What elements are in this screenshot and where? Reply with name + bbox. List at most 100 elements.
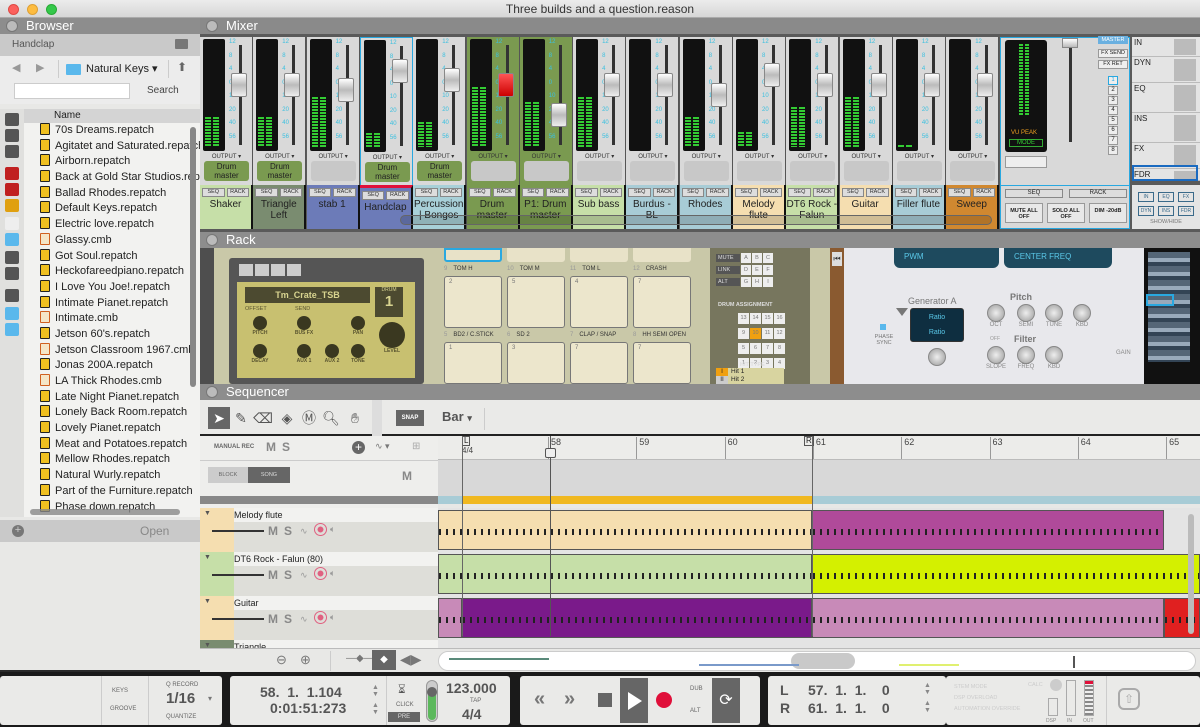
add-icon[interactable]: + xyxy=(12,525,24,537)
fx-number-button[interactable]: 3 xyxy=(1108,96,1118,105)
file-list-item[interactable]: Natural Wurly.repatch xyxy=(24,468,200,484)
collapse-sequencer-button[interactable] xyxy=(206,386,218,398)
right-locator-stepper[interactable]: ▲ ▼ xyxy=(924,700,931,714)
master-rack-button[interactable]: RACK xyxy=(1069,189,1127,198)
channel-fader[interactable] xyxy=(284,73,301,97)
pitch-knob[interactable]: PITCH xyxy=(249,316,271,336)
song-position-bars[interactable]: 58. 1. 1.104 xyxy=(260,684,342,700)
audio-clip[interactable] xyxy=(438,554,812,594)
keys-button[interactable]: KEYS xyxy=(112,688,128,694)
click-button[interactable]: CLICK xyxy=(396,702,414,708)
channel-name[interactable]: Shaker xyxy=(200,199,251,210)
channel-fader[interactable] xyxy=(977,73,994,97)
snap-value-dropdown[interactable]: Bar ▾ xyxy=(442,409,472,424)
hand-tool-icon[interactable]: ✋︎ xyxy=(344,407,366,429)
show-hide-fx-button[interactable]: FX xyxy=(1178,192,1194,202)
generator-menu-icon[interactable] xyxy=(896,308,908,316)
track-collapse-icon[interactable]: ▼ xyxy=(204,510,211,517)
seq-button[interactable]: SEQ xyxy=(202,188,225,197)
solo-all-off-button[interactable]: SOLO ALL OFF xyxy=(1047,203,1085,223)
folder-icon[interactable] xyxy=(175,39,188,49)
channel-name[interactable]: Sweep xyxy=(946,199,997,210)
slope-knob[interactable]: SLOPE xyxy=(984,346,1008,370)
track-mute-button[interactable]: M xyxy=(268,568,278,582)
fast-forward-button[interactable]: » xyxy=(564,688,575,711)
record-enable-button[interactable] xyxy=(314,523,327,536)
file-list-item[interactable]: Agitatet and Saturated.repatch xyxy=(24,138,200,155)
rack-button[interactable]: RACK xyxy=(759,188,782,197)
automation-icon[interactable]: ∿ xyxy=(300,614,308,625)
file-list-item[interactable]: Part of the Furniture.repatch xyxy=(24,483,200,500)
generator-knob[interactable] xyxy=(928,348,946,366)
channel-name[interactable]: Handclap xyxy=(360,202,411,213)
audio-clip[interactable] xyxy=(812,598,1164,638)
seq-button[interactable]: SEQ xyxy=(468,188,491,197)
zoom-in-icon[interactable]: ⊕ xyxy=(300,652,311,668)
vertical-scrollbar[interactable] xyxy=(190,127,196,387)
output-label[interactable]: OUTPUT ▾ xyxy=(573,153,626,160)
left-locator-marker[interactable]: L xyxy=(462,436,471,446)
forward-arrow-icon[interactable]: ▶ xyxy=(36,61,44,74)
show-hide-ins-button[interactable]: INS xyxy=(1158,206,1174,216)
output-selector[interactable] xyxy=(950,161,996,181)
seq-button[interactable]: SEQ xyxy=(255,188,278,197)
quantize-button[interactable]: QUANTIZE xyxy=(166,714,196,720)
output-label[interactable]: OUTPUT ▾ xyxy=(467,153,520,160)
channel-fader[interactable] xyxy=(764,63,780,87)
drum-assignment-button[interactable]: 7 xyxy=(762,343,773,354)
channel-name[interactable]: Sub bass xyxy=(573,199,624,210)
channel-fader[interactable] xyxy=(604,73,621,97)
mute-all-button[interactable]: M xyxy=(266,440,276,454)
rack-button[interactable]: RACK xyxy=(546,188,569,197)
solo-all-button[interactable]: S xyxy=(282,440,290,454)
file-list-item[interactable]: LA Thick Rhodes.cmb xyxy=(24,374,200,390)
seq-button[interactable]: SEQ xyxy=(788,188,811,197)
click-level-slider[interactable] xyxy=(426,680,438,722)
drum-assignment-button[interactable]: 9 xyxy=(738,328,749,339)
drum-pad[interactable]: 1 xyxy=(444,342,502,384)
track-header[interactable]: ▼ DT6 Rock - Falun (80) M S ∿ 🔈︎ xyxy=(200,552,438,596)
q-record-button[interactable]: Q RECORD xyxy=(166,682,198,688)
kbd-knob[interactable]: KBD xyxy=(1042,346,1066,370)
tone-knob[interactable]: TONE xyxy=(347,344,369,364)
track-solo-button[interactable]: S xyxy=(284,524,292,538)
aux-1-knob[interactable]: AUX 1 xyxy=(293,344,315,364)
oct-knob[interactable]: OCT xyxy=(984,304,1008,328)
magnify-tool-icon[interactable]: 🔍︎ xyxy=(320,407,342,429)
automation-dropdown-icon[interactable]: ∿ ▾ xyxy=(375,441,390,452)
block-mute-button[interactable]: M xyxy=(402,469,412,483)
seq-button[interactable]: SEQ xyxy=(894,188,918,197)
group-key[interactable]: B xyxy=(752,252,762,263)
drum-pad[interactable] xyxy=(570,248,628,262)
channel-name[interactable]: Guitar xyxy=(840,199,891,210)
track-lane[interactable] xyxy=(438,596,1200,640)
group-key[interactable]: I xyxy=(763,276,773,287)
patch-save-icon[interactable] xyxy=(271,264,285,276)
folder-icon-3[interactable] xyxy=(5,323,19,336)
channel-fader[interactable] xyxy=(444,68,461,92)
quantize-value-dropdown[interactable]: 1/16 xyxy=(166,690,195,707)
drum-assignment-button[interactable]: 15 xyxy=(762,313,773,324)
phase-sync-led[interactable] xyxy=(880,324,886,330)
seq-button[interactable]: SEQ xyxy=(628,188,651,197)
column-header-name[interactable]: Name xyxy=(24,109,200,123)
waveform-small-icon[interactable]: —◆— xyxy=(346,653,374,664)
groove-button[interactable]: GROOVE xyxy=(110,706,136,712)
seq-button[interactable]: SEQ xyxy=(575,188,598,197)
open-button[interactable]: Open xyxy=(140,524,169,538)
drum-pad[interactable]: 3 xyxy=(507,342,565,384)
mixer-section-in[interactable]: IN xyxy=(1132,37,1200,57)
kbd-knob[interactable]: KBD xyxy=(1070,304,1094,328)
dim-button[interactable]: DIM -20dB xyxy=(1089,203,1127,223)
drum-pad[interactable]: 7 xyxy=(633,276,691,328)
metronome-icon[interactable]: ⏳︎ xyxy=(398,682,406,697)
drum-assignment-button[interactable]: 11 xyxy=(762,328,773,339)
snap-toggle[interactable]: SNAP xyxy=(396,410,424,426)
rack-button[interactable]: RACK xyxy=(386,191,409,200)
drum-assignment-button[interactable]: 5 xyxy=(738,343,749,354)
channel-name[interactable]: Filler flute xyxy=(893,199,944,210)
audio-clip[interactable] xyxy=(438,598,462,638)
file-list-item[interactable]: Heckofareedpiano.repatch xyxy=(24,264,200,280)
stop-button[interactable] xyxy=(598,693,612,707)
reason-logo-icon[interactable]: ⇧ xyxy=(1118,688,1140,710)
